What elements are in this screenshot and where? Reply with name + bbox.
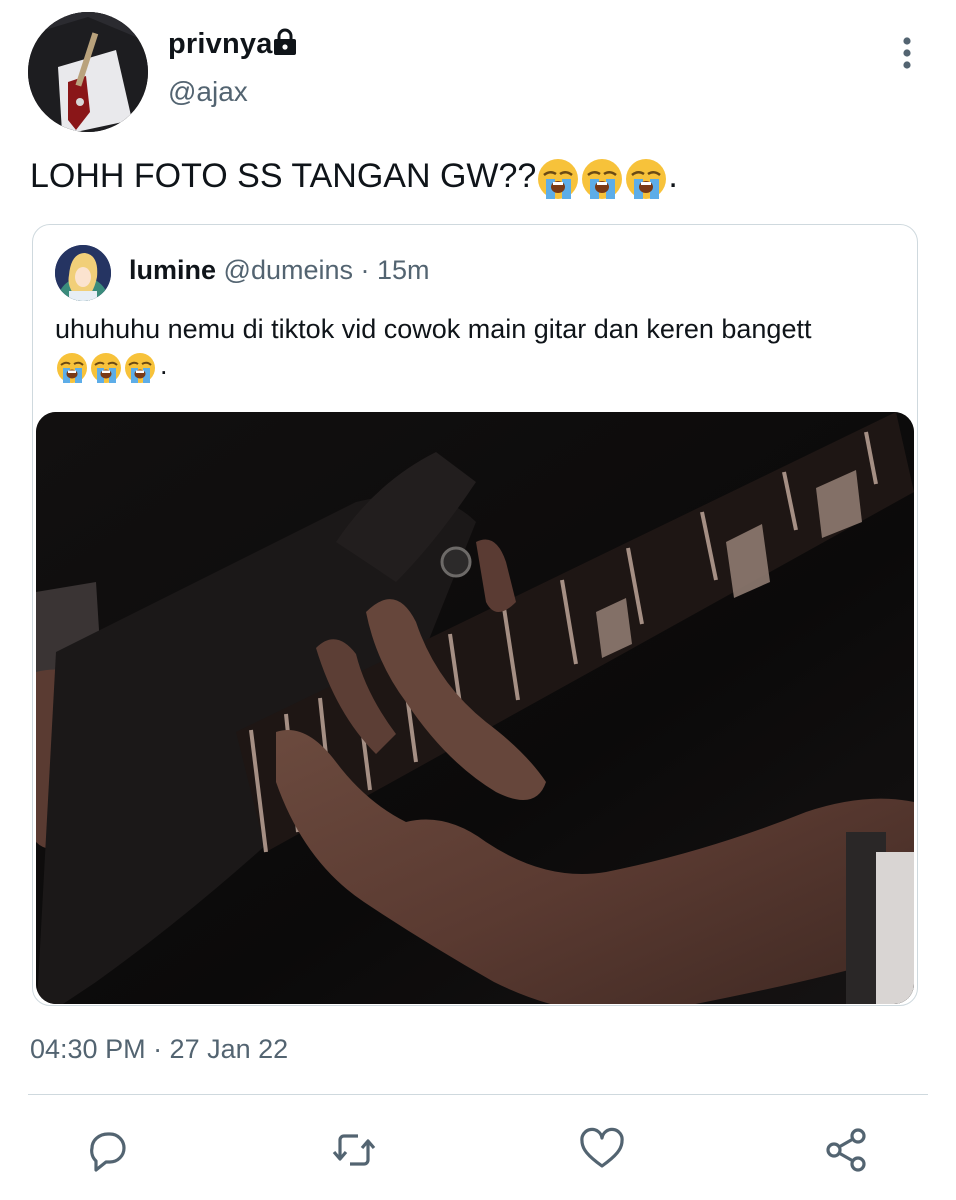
quoted-tweet-header: lumine @dumeins · 15m — [129, 255, 430, 286]
like-button[interactable] — [578, 1126, 626, 1174]
quoted-tweet-text-suffix: . — [160, 350, 168, 380]
heart-icon — [580, 1127, 624, 1168]
quoted-author-display-name[interactable]: lumine — [129, 255, 216, 285]
emoji-group — [536, 155, 668, 201]
quoted-tweet-text-body: uhuhuhu nemu di tiktok vid cowok main gi… — [55, 314, 812, 344]
more-options-button[interactable] — [892, 34, 922, 74]
quoted-tweet-photo[interactable] — [36, 412, 914, 1004]
divider — [28, 1094, 928, 1095]
share-button[interactable] — [822, 1126, 870, 1174]
tweet-text-suffix: . — [668, 157, 678, 195]
tweet-timestamp[interactable]: 04:30 PM · 27 Jan 22 — [30, 1034, 288, 1065]
quoted-tweet-text: uhuhuhu nemu di tiktok vid cowok main gi… — [55, 311, 905, 385]
author-display-name[interactable]: privnya — [168, 28, 273, 61]
reply-icon — [90, 1132, 126, 1172]
author-avatar[interactable] — [28, 12, 148, 132]
quoted-tweet-time: · 15m — [353, 255, 430, 285]
more-vertical-icon — [903, 37, 911, 69]
lock-icon — [272, 28, 298, 56]
loudly-crying-face-icon — [57, 351, 156, 384]
guitar-hand-photo — [36, 412, 914, 1004]
share-icon — [826, 1128, 866, 1172]
loudly-crying-face-icon — [538, 157, 668, 201]
quoted-author-avatar[interactable] — [55, 245, 111, 301]
retweet-icon — [332, 1134, 376, 1166]
author-handle[interactable]: @ajax — [168, 76, 248, 108]
quoted-tweet-card[interactable]: lumine @dumeins · 15m uhuhuhu nemu di ti… — [32, 224, 918, 1006]
reply-button[interactable] — [84, 1126, 132, 1174]
tweet-text: LOHH FOTO SS TANGAN GW?? . — [30, 152, 678, 201]
retweet-button[interactable] — [330, 1126, 378, 1174]
tweet-text-body: LOHH FOTO SS TANGAN GW?? — [30, 157, 537, 195]
quoted-author-handle[interactable]: @dumeins — [224, 255, 353, 285]
